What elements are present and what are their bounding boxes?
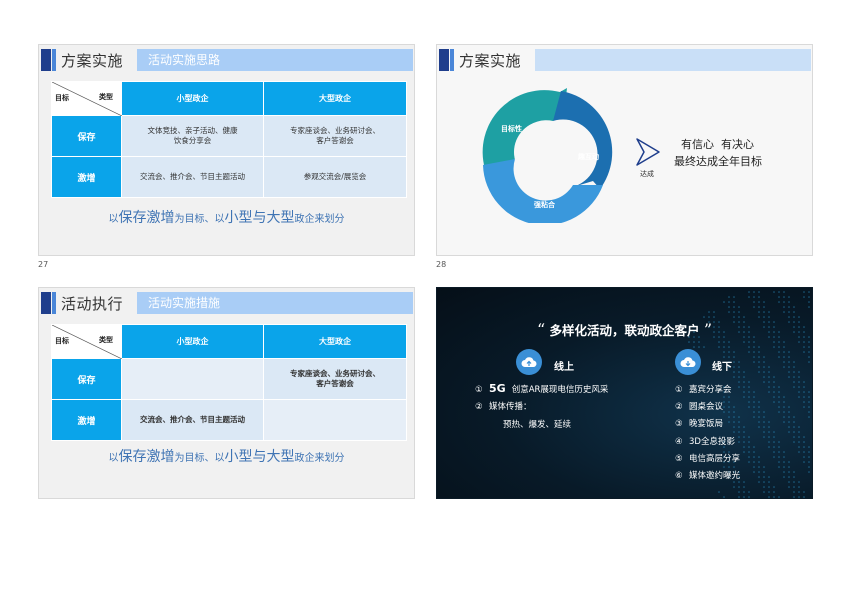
caption-part: 以	[108, 214, 119, 225]
measures-table: 目标 类型 小型政企 大型政企 保存 专家座谈会、业务研讨会、客户答谢会 激增 …	[51, 324, 407, 441]
row-header-keep: 保存	[51, 358, 122, 400]
cycle-label-interaction: 趣互动	[577, 152, 599, 161]
item-text: 嘉宾分享会	[689, 385, 732, 395]
quote-close: ”	[703, 320, 713, 339]
corner-label-type: 类型	[99, 93, 113, 101]
row-header-keep: 保存	[51, 115, 122, 157]
item-text: 电信高层分享	[689, 453, 741, 464]
strategy-table: 目标 类型 小型政企 大型政企 保存 文体竞技、亲子活动、健康饮食分享会 专家座…	[51, 81, 407, 198]
table-corner-cell: 目标 类型	[51, 324, 122, 359]
caption-line: 以保存激增为目标、以小型与大型政企来划分	[39, 446, 414, 466]
caption-emphasis: 保存激增	[118, 449, 175, 465]
column-header-large: 大型政企	[263, 81, 407, 116]
caption-part: 政企来划分	[294, 453, 345, 464]
caption-emphasis: 保存激增	[118, 210, 175, 226]
quote-open: “	[536, 320, 546, 339]
offline-item: ③ 晚宴饭局	[675, 417, 723, 429]
corner-label-type: 类型	[99, 336, 113, 344]
cell-keep-small	[121, 358, 264, 400]
item-number: ③	[675, 419, 683, 430]
header-band	[535, 49, 811, 71]
slide-thumbnail-27[interactable]: 方案实施 活动实施思路 目标 类型 小型政企 大型政企 保存 文体竞技、亲子活动…	[38, 44, 415, 256]
cell-grow-small: 交流会、推介会、节目主题活动	[121, 399, 264, 441]
slide-subtitle: 活动实施思路	[137, 49, 413, 71]
online-item: ① 5G 创意AR展现电信历史风采	[475, 382, 608, 395]
slide-title: “ 多样化活动，联动政企客户 ”	[437, 320, 812, 339]
slide-subtitle: 活动实施措施	[137, 292, 413, 314]
corner-label-target: 目标	[55, 94, 69, 102]
column-header-small: 小型政企	[121, 81, 264, 116]
item-text: 晚宴饭局	[689, 419, 724, 430]
header-accent-bar	[41, 49, 51, 71]
caption-emphasis: 小型与大型	[224, 449, 295, 465]
offline-label: 线下	[712, 362, 732, 373]
goal-line-1: 有信心 有决心	[681, 138, 754, 151]
slide-thumbnail-30[interactable]: “ 多样化活动，联动政企客户 ” 线上 线下 ① 5G 创意AR展现电信历史风采 ② 媒…	[436, 287, 813, 499]
header-accent-bar-light	[52, 292, 56, 314]
caption-part: 政企来划分	[294, 214, 345, 225]
item-text: 圆桌会议	[689, 402, 724, 413]
item-text: 预热、爆发、延续	[503, 420, 572, 430]
column-header-large: 大型政企	[263, 324, 407, 359]
cell-grow-small: 交流会、推介会、节目主题活动	[121, 156, 264, 198]
item-number: ⑥	[675, 471, 683, 481]
item-number: ②	[475, 402, 483, 412]
item-text: 创意AR展现电信历史风采	[511, 385, 609, 395]
cycle-label-bond: 强粘合	[534, 200, 556, 209]
slide-title: 活动执行	[61, 295, 124, 313]
cycle-diagram: 目标性 趣互动 强粘合	[482, 88, 613, 223]
cloud-upload-icon	[516, 349, 542, 375]
online-item: 预热、爆发、延续	[489, 418, 571, 430]
offline-item: ① 嘉宾分享会	[675, 383, 732, 395]
offline-item: ④ 3D全息投影	[675, 435, 735, 447]
caption-line: 以保存激增为目标、以小型与大型政企来划分	[39, 207, 414, 227]
header-accent-bar-light	[52, 49, 56, 71]
offline-item: ⑥ 媒体邀约曝光	[675, 469, 740, 481]
caption-part: 以	[108, 453, 119, 464]
cell-keep-large: 专家座谈会、业务研讨会、客户答谢会	[263, 358, 407, 400]
corner-label-target: 目标	[55, 337, 69, 345]
cell-grow-large	[263, 399, 407, 441]
goal-line-2: 最终达成全年目标	[674, 155, 762, 168]
item-number: ⑤	[675, 453, 683, 464]
column-header-small: 小型政企	[121, 324, 264, 359]
header-accent-bar	[41, 292, 51, 314]
item-text: 3D全息投影	[689, 436, 735, 447]
slide-thumbnail-28[interactable]: 方案实施 目标性 趣互动 强粘合 达成 有信心 有决心 最终达成全年目标	[436, 44, 813, 256]
slide-title: 方案实施	[61, 52, 124, 70]
cloud-download-icon	[675, 349, 701, 375]
row-header-grow: 激增	[51, 156, 122, 198]
caption-part: 为目标、以	[174, 453, 225, 464]
item-number: ①	[675, 385, 683, 395]
table-corner-cell: 目标 类型	[51, 81, 122, 116]
item-number: ②	[675, 402, 683, 413]
header-accent-bar-light	[450, 49, 454, 71]
item-highlight: 5G	[489, 382, 506, 395]
item-number: ①	[475, 385, 483, 395]
header-accent-bar	[439, 49, 449, 71]
page-number: 27	[38, 260, 49, 269]
offline-item: ⑤ 电信高层分享	[675, 452, 740, 464]
caption-emphasis: 小型与大型	[224, 210, 295, 226]
item-number: ④	[675, 436, 683, 447]
page-number: 28	[436, 260, 447, 269]
title-text: 多样化活动，联动政企客户	[549, 323, 700, 338]
slide-thumbnail-29[interactable]: 活动执行 活动实施措施 目标 类型 小型政企 大型政企 保存 专家座谈会、业务研…	[38, 287, 415, 499]
online-item: ② 媒体传播：	[475, 400, 532, 412]
slide-title: 方案实施	[459, 52, 522, 70]
cell-keep-small: 文体竞技、亲子活动、健康饮食分享会	[121, 115, 264, 157]
cycle-label-target: 目标性	[501, 124, 522, 133]
item-text: 媒体传播：	[489, 402, 532, 412]
item-text: 媒体邀约曝光	[689, 471, 741, 481]
online-label: 线上	[554, 362, 574, 373]
cycle-center	[514, 121, 576, 183]
offline-item: ② 圆桌会议	[675, 400, 723, 412]
arrow-label: 达成	[640, 170, 654, 178]
caption-part: 为目标、以	[174, 214, 225, 225]
cell-keep-large: 专家座谈会、业务研讨会、客户答谢会	[263, 115, 407, 157]
row-header-grow: 激增	[51, 399, 122, 441]
cell-grow-large: 参观交流会/展览会	[263, 156, 407, 198]
send-arrow-icon	[636, 138, 660, 166]
